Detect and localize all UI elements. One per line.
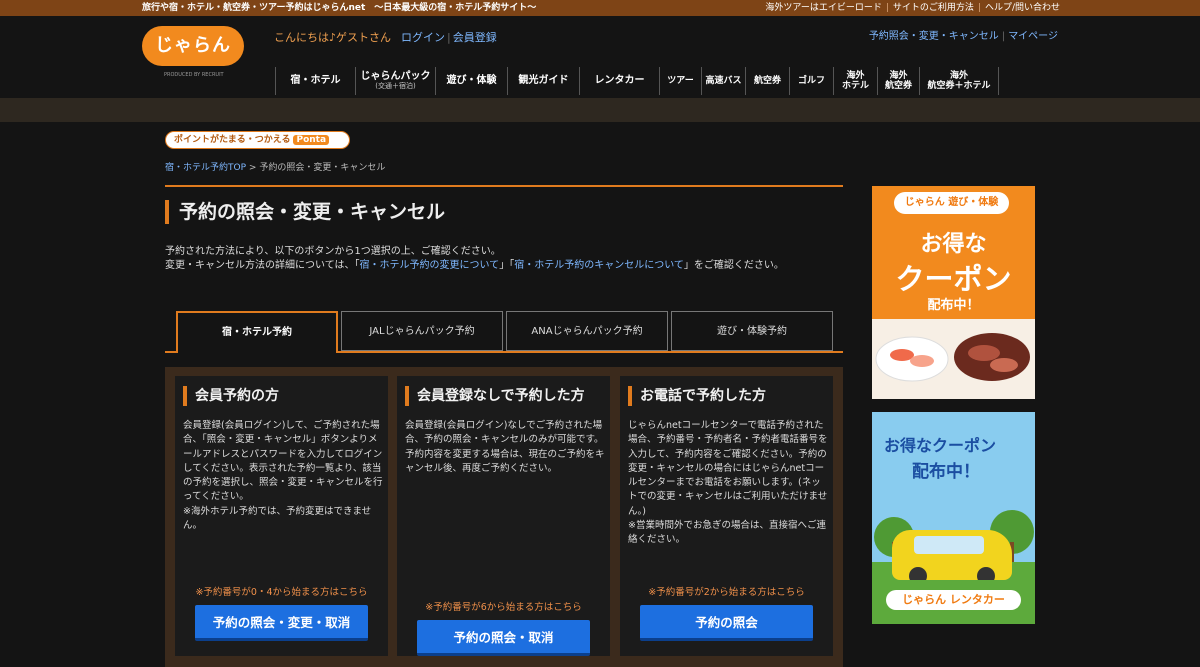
reservation-panel: 会員予約の方 会員登録(会員ログイン)して、ご予約された場合、「照会・変更・キャ…	[165, 367, 843, 667]
gnav-flight[interactable]: 航空券	[745, 67, 789, 95]
guest-card-note: ※予約番号が6から始まる方はこちら	[425, 602, 582, 613]
global-nav: 宿・ホテル じゃらんパック (交通＋宿泊) 遊び・体験 観光ガイド レンタカー ツ…	[275, 67, 999, 95]
car-icon	[892, 530, 1012, 585]
guest-check-button[interactable]: 予約の照会・取消	[417, 620, 590, 656]
gnav-activities[interactable]: 遊び・体験	[435, 67, 507, 95]
top-link-usage[interactable]: サイトのご利用方法	[893, 3, 974, 13]
header-band	[0, 98, 1200, 122]
breadcrumb: 宿・ホテル予約TOP > 予約の照会・変更・キャンセル	[165, 160, 385, 173]
gnav-tour[interactable]: ツアー	[659, 67, 701, 95]
ponta-logo: Ponta	[293, 135, 330, 145]
page-title: 予約の照会・変更・キャンセル	[165, 200, 445, 224]
register-link[interactable]: 会員登録	[453, 31, 497, 44]
top-links: 海外ツアーはエイビーロード | サイトのご利用方法 | ヘルプ/問い合わせ	[765, 3, 1060, 13]
ponta-banner[interactable]: ポイントがたまる・つかえる Ponta	[165, 131, 350, 149]
gnav-hotel[interactable]: 宿・ホテル	[275, 67, 355, 95]
ad2-line1: お得なクーポン	[884, 436, 997, 455]
gnav-golf[interactable]: ゴルフ	[789, 67, 833, 95]
change-info-link[interactable]: 宿・ホテル予約の変更について	[360, 260, 500, 271]
phone-card: お電話で予約した方 じゃらんnetコールセンターで電話予約された場合、予約番号・…	[620, 376, 833, 656]
food-illustration	[875, 333, 1030, 382]
top-link-help[interactable]: ヘルプ/問い合わせ	[985, 3, 1060, 13]
phone-card-note: ※予約番号が2から始まる方はこちら	[648, 587, 805, 598]
my-links: 予約照会・変更・キャンセル | マイページ	[868, 31, 1058, 42]
ad1-line2: クーポン	[895, 262, 1012, 296]
breadcrumb-current: 予約の照会・変更・キャンセル	[259, 163, 386, 173]
gnav-rentacar[interactable]: レンタカー	[579, 67, 659, 95]
ad1-brand: じゃらん 遊び・体験	[894, 192, 1009, 214]
greeting-area: こんにちは♪ゲストさん ログイン | 会員登録	[274, 31, 497, 44]
breadcrumb-home[interactable]: 宿・ホテル予約TOP	[165, 163, 246, 173]
jalan-logo[interactable]: じゃらん	[142, 26, 244, 66]
guest-card: 会員登録なしで予約した方 会員登録(会員ログイン)なしでご予約された場合、予約の…	[397, 376, 610, 656]
reservation-tabs: 宿・ホテル予約 JALじゃらんパック予約 ANAじゃらんパック予約 遊び・体験予…	[165, 311, 843, 353]
member-check-button[interactable]: 予約の照会・変更・取消	[195, 605, 368, 641]
tab-activities[interactable]: 遊び・体験予約	[671, 311, 833, 351]
member-card-note: ※予約番号が0・4から始まる方はこちら	[195, 587, 368, 598]
site-tagline: 旅行や宿・ホテル・航空券・ツアー予約はじゃらんnet 〜日本最大級の宿・ホテル予…	[142, 3, 537, 13]
food-image	[872, 319, 1035, 399]
guest-card-body: 会員登録(会員ログイン)なしでご予約された場合、予約の照会・キャンセルのみが可能…	[405, 420, 605, 474]
gnav-bus[interactable]: 高速バス	[701, 67, 745, 95]
tab-jal-pack[interactable]: JALじゃらんパック予約	[341, 311, 503, 351]
login-link[interactable]: ログイン	[401, 31, 445, 44]
ad1-line3: 配布中！	[927, 298, 980, 313]
gnav-overseas-flight-hotel[interactable]: 海外 航空券＋ホテル	[919, 67, 999, 95]
title-rule	[165, 185, 843, 187]
reservation-check-link[interactable]: 予約照会・変更・キャンセル	[869, 31, 999, 42]
gnav-guide[interactable]: 観光ガイド	[507, 67, 579, 95]
breadcrumb-sep: >	[248, 163, 257, 173]
ad1-line1: お得な	[920, 232, 987, 257]
guest-card-title: 会員登録なしで予約した方	[405, 386, 585, 406]
ad2-line2: 配布中！	[912, 462, 980, 482]
ad2-brand: じゃらん レンタカー	[886, 590, 1021, 610]
gnav-overseas-hotel[interactable]: 海外 ホテル	[833, 67, 877, 95]
member-card-body: 会員登録(会員ログイン)して、ご予約された場合、「照会・変更・キャンセル」ボタン…	[183, 420, 383, 532]
tab-hotel[interactable]: 宿・ホテル予約	[176, 311, 338, 353]
phone-check-button[interactable]: 予約の照会	[640, 605, 813, 641]
produced-by-recruit: PRODUCED BY RECRUIT	[164, 72, 224, 78]
gnav-overseas-flight[interactable]: 海外 航空券	[877, 67, 919, 95]
phone-card-title: お電話で予約した方	[628, 386, 766, 406]
top-strip: 旅行や宿・ホテル・航空券・ツアー予約はじゃらんnet 〜日本最大級の宿・ホテル予…	[0, 0, 1200, 16]
phone-card-body: じゃらんnetコールセンターで電話予約された場合、予約番号・予約者名・予約者電話…	[628, 420, 828, 546]
cancel-info-link[interactable]: 宿・ホテル予約のキャンセルについて	[514, 260, 684, 271]
gnav-jalan-pack[interactable]: じゃらんパック (交通＋宿泊)	[355, 67, 435, 95]
tab-ana-pack[interactable]: ANAじゃらんパック予約	[506, 311, 668, 351]
member-card: 会員予約の方 会員登録(会員ログイン)して、ご予約された場合、「照会・変更・キャ…	[175, 376, 388, 656]
top-link-abroad[interactable]: 海外ツアーはエイビーロード	[765, 3, 881, 13]
mypage-link[interactable]: マイページ	[1008, 31, 1058, 42]
activity-coupon-ad[interactable]: じゃらん 遊び・体験 お得な クーポン 配布中！	[872, 186, 1035, 399]
member-card-title: 会員予約の方	[183, 386, 279, 406]
rentacar-coupon-ad[interactable]: お得なクーポン 配布中！ じゃらん レンタカー	[872, 412, 1035, 624]
intro-text: 予約された方法により、以下のボタンから1つ選択の上、ご確認ください。 変更・キャ…	[165, 246, 784, 271]
header: じゃらん PRODUCED BY RECRUIT こんにちは♪ゲストさん ログイン…	[0, 16, 1200, 98]
greeting-text: こんにちは♪ゲストさん	[274, 31, 392, 44]
